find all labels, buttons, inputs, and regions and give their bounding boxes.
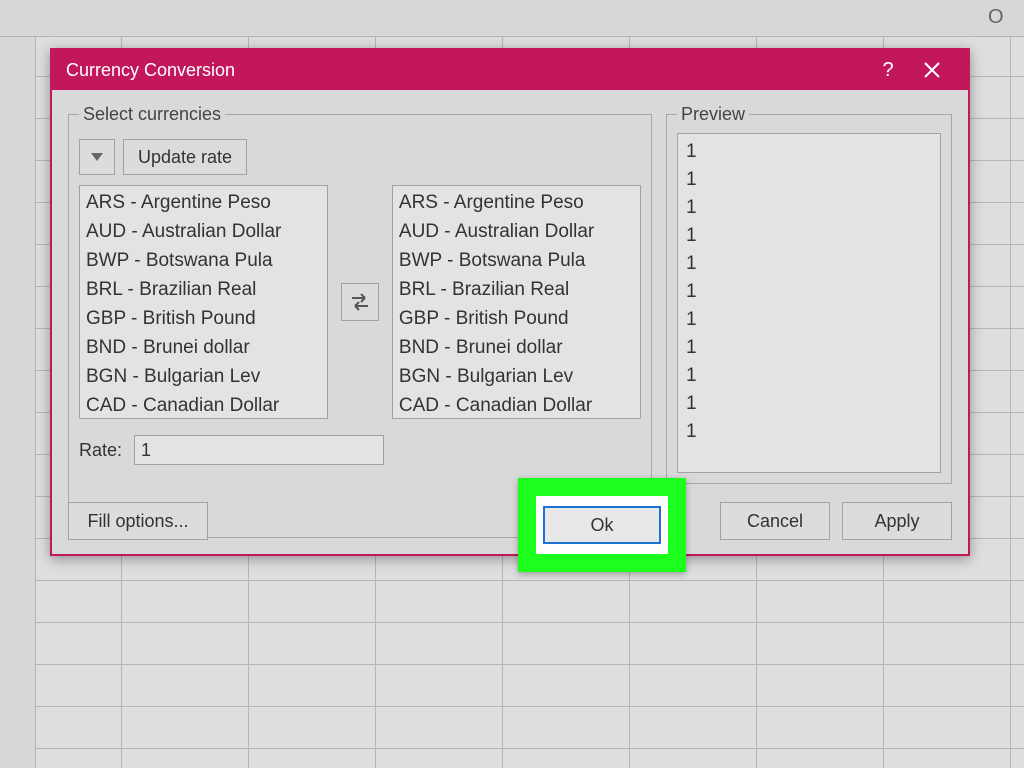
preview-value: 1 <box>686 418 932 446</box>
select-currencies-group: Select currencies Update rate ARS - Arge… <box>68 104 652 538</box>
to-currency-listbox[interactable]: ARS - Argentine PesoAUD - Australian Dol… <box>392 185 641 419</box>
preview-group: Preview 11111111111 <box>666 104 952 484</box>
preview-value: 1 <box>686 306 932 334</box>
currency-item[interactable]: AUD - Australian Dollar <box>84 217 323 246</box>
preview-value: 1 <box>686 362 932 390</box>
preview-value: 1 <box>686 138 932 166</box>
preview-value: 1 <box>686 250 932 278</box>
ok-highlight-callout: Ok <box>518 478 686 572</box>
close-icon[interactable] <box>910 61 954 79</box>
update-rate-button[interactable]: Update rate <box>123 139 247 175</box>
preview-value: 1 <box>686 222 932 250</box>
rate-input[interactable] <box>134 435 384 465</box>
currency-item[interactable]: BGN - Bulgarian Lev <box>84 362 323 391</box>
currency-item[interactable]: BGN - Bulgarian Lev <box>397 362 636 391</box>
currency-item[interactable]: BWP - Botswana Pula <box>84 246 323 275</box>
from-currency-listbox[interactable]: ARS - Argentine PesoAUD - Australian Dol… <box>79 185 328 419</box>
currency-dropdown-button[interactable] <box>79 139 115 175</box>
preview-value: 1 <box>686 166 932 194</box>
dialog-titlebar[interactable]: Currency Conversion ? <box>52 50 968 90</box>
preview-listbox: 11111111111 <box>677 133 941 473</box>
preview-value: 1 <box>686 390 932 418</box>
cancel-button[interactable]: Cancel <box>720 502 830 540</box>
preview-value: 1 <box>686 278 932 306</box>
currency-item[interactable]: BWP - Botswana Pula <box>397 246 636 275</box>
currency-item[interactable]: BND - Brunei dollar <box>397 333 636 362</box>
currency-item[interactable]: GBP - British Pound <box>397 304 636 333</box>
swap-button[interactable] <box>341 283 379 321</box>
currency-item[interactable]: BRL - Brazilian Real <box>397 275 636 304</box>
currency-item[interactable]: CAD - Canadian Dollar <box>84 391 323 419</box>
select-currencies-label: Select currencies <box>79 104 225 125</box>
dialog-title: Currency Conversion <box>66 60 235 81</box>
currency-item[interactable]: ARS - Argentine Peso <box>84 188 323 217</box>
currency-conversion-dialog: Currency Conversion ? Select currencies … <box>50 48 970 556</box>
currency-item[interactable]: BRL - Brazilian Real <box>84 275 323 304</box>
ok-button[interactable]: Ok <box>543 506 661 544</box>
row-header-band <box>0 0 36 768</box>
chevron-down-icon <box>91 153 103 161</box>
preview-value: 1 <box>686 194 932 222</box>
currency-item[interactable]: ARS - Argentine Peso <box>397 188 636 217</box>
apply-button[interactable]: Apply <box>842 502 952 540</box>
preview-label: Preview <box>677 104 749 125</box>
currency-item[interactable]: AUD - Australian Dollar <box>397 217 636 246</box>
fill-options-button[interactable]: Fill options... <box>68 502 208 540</box>
column-header-O[interactable]: O <box>988 6 1004 29</box>
column-header-band <box>0 0 1024 37</box>
help-icon[interactable]: ? <box>866 59 910 82</box>
currency-item[interactable]: BND - Brunei dollar <box>84 333 323 362</box>
swap-horizontal-icon <box>349 292 371 312</box>
rate-label: Rate: <box>79 440 122 461</box>
currency-item[interactable]: CAD - Canadian Dollar <box>397 391 636 419</box>
currency-item[interactable]: GBP - British Pound <box>84 304 323 333</box>
preview-value: 1 <box>686 334 932 362</box>
